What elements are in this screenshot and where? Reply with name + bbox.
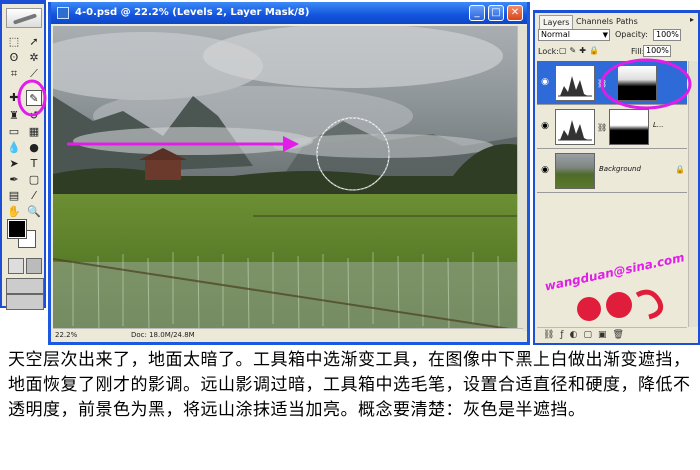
mask-highlight-ellipse [600, 58, 692, 110]
eye-icon[interactable]: ◉ [539, 164, 551, 176]
brush-highlight-circle [17, 79, 47, 117]
watermark-email: wangduan@sina.com [544, 251, 686, 294]
blend-mode-value: Normal [541, 30, 570, 39]
pen-tool-icon[interactable]: ✒ [6, 172, 22, 188]
adjustment-thumbnail [555, 109, 595, 145]
layer-buttons-icons[interactable]: ⛓ƒ◐▢▣🗑 [543, 330, 630, 340]
lock-label: Lock: [538, 47, 559, 56]
dodge-tool-icon[interactable]: ● [26, 140, 42, 156]
maximize-button[interactable]: □ [488, 5, 504, 21]
standard-mode-icon[interactable] [8, 258, 24, 274]
tutorial-caption: 天空层次出来了，地面太暗了。工具箱中选渐变工具，在图像中下黑上白做出渐变遮挡，地… [8, 350, 691, 420]
photoshop-feather-icon[interactable] [6, 8, 42, 28]
histogram-icon [558, 120, 592, 141]
screen-mode-icon[interactable] [6, 278, 44, 294]
type-tool-icon[interactable]: T [26, 156, 42, 172]
layer-name: Background [599, 165, 641, 173]
tab-channels[interactable]: Channels [573, 15, 616, 29]
jump-to-imageready-icon[interactable] [6, 294, 44, 310]
tools-palette: ⬚ ➚ ʘ ✲ ⌗ ⟋ ✚ ✎ ♜ ↺ ▭ ▦ 💧 ● ➤ T ✒ ▢ ▤ ⁄ … [0, 0, 47, 310]
eye-icon[interactable]: ◉ [539, 120, 551, 132]
palette-menu-icon[interactable]: ▸ [690, 15, 694, 24]
document-icon [57, 7, 69, 19]
image-canvas[interactable] [53, 26, 523, 338]
document-window: 4-0.psd @ 22.2% (Levels 2, Layer Mask/8)… [48, 2, 530, 345]
quick-mask-mode-icon[interactable] [26, 258, 42, 274]
layer-row-levels-1[interactable]: ◉ ⛓ L... [537, 105, 687, 149]
doc-info: Doc: 18.0M/24.8M [131, 331, 195, 339]
close-button[interactable]: ✕ [507, 5, 523, 21]
lasso-tool-icon[interactable]: ʘ [6, 50, 22, 66]
layers-bottom-toolbar: ⛓ƒ◐▢▣🗑 [537, 327, 687, 341]
magic-wand-tool-icon[interactable]: ✲ [26, 50, 42, 66]
background-thumbnail [555, 153, 595, 189]
tab-layers[interactable]: Layers [539, 15, 574, 29]
zoom-level[interactable]: 22.2% [55, 329, 77, 341]
tab-paths[interactable]: Paths [613, 15, 641, 29]
opacity-field[interactable]: 100% [653, 29, 681, 41]
layer-name: L... [653, 121, 664, 129]
watermark-logo: wangduan@sina.com [544, 251, 686, 321]
lock-icon: 🔒 [675, 165, 685, 174]
landscape-image [53, 26, 523, 338]
layer-mask-thumbnail[interactable] [609, 109, 649, 145]
blur-tool-icon[interactable]: 💧 [6, 140, 22, 156]
gradient-tool-icon[interactable]: ▦ [26, 124, 42, 140]
document-titlebar[interactable]: 4-0.psd @ 22.2% (Levels 2, Layer Mask/8) [51, 2, 527, 24]
chain-icon[interactable]: ⛓ [597, 123, 607, 132]
vertical-scrollbar[interactable] [517, 26, 527, 331]
shape-tool-icon[interactable]: ▢ [26, 172, 42, 188]
adjustment-thumbnail [555, 65, 595, 101]
eyedropper-tool-icon[interactable]: ⁄ [26, 188, 42, 204]
opacity-label: Opacity: [615, 30, 648, 39]
move-tool-icon[interactable]: ➚ [26, 34, 42, 50]
fill-field[interactable]: 100% [643, 45, 671, 57]
lock-icons[interactable]: ▢✎✚🔒 [559, 46, 602, 55]
layers-palette: Layers Channels Paths ▸ Normal ▼ Opacity… [533, 10, 700, 345]
path-selection-tool-icon[interactable]: ➤ [6, 156, 22, 172]
foreground-color-swatch[interactable] [7, 219, 27, 239]
marquee-tool-icon[interactable]: ⬚ [6, 34, 22, 50]
zoom-tool-icon[interactable]: 🔍 [26, 204, 42, 220]
hand-tool-icon[interactable]: ✋ [6, 204, 22, 220]
document-title: 4-0.psd @ 22.2% (Levels 2, Layer Mask/8) [75, 7, 310, 18]
chevron-down-icon: ▼ [602, 31, 608, 39]
status-bar: 22.2% Doc: 18.0M/24.8M [53, 328, 523, 340]
blend-mode-select[interactable]: Normal ▼ [538, 29, 610, 41]
histogram-icon [558, 76, 592, 97]
eye-icon[interactable]: ◉ [539, 76, 551, 88]
notes-tool-icon[interactable]: ▤ [6, 188, 22, 204]
layer-row-background[interactable]: ◉ Background 🔒 [537, 149, 687, 193]
eraser-tool-icon[interactable]: ▭ [6, 124, 22, 140]
minimize-button[interactable]: _ [469, 5, 485, 21]
